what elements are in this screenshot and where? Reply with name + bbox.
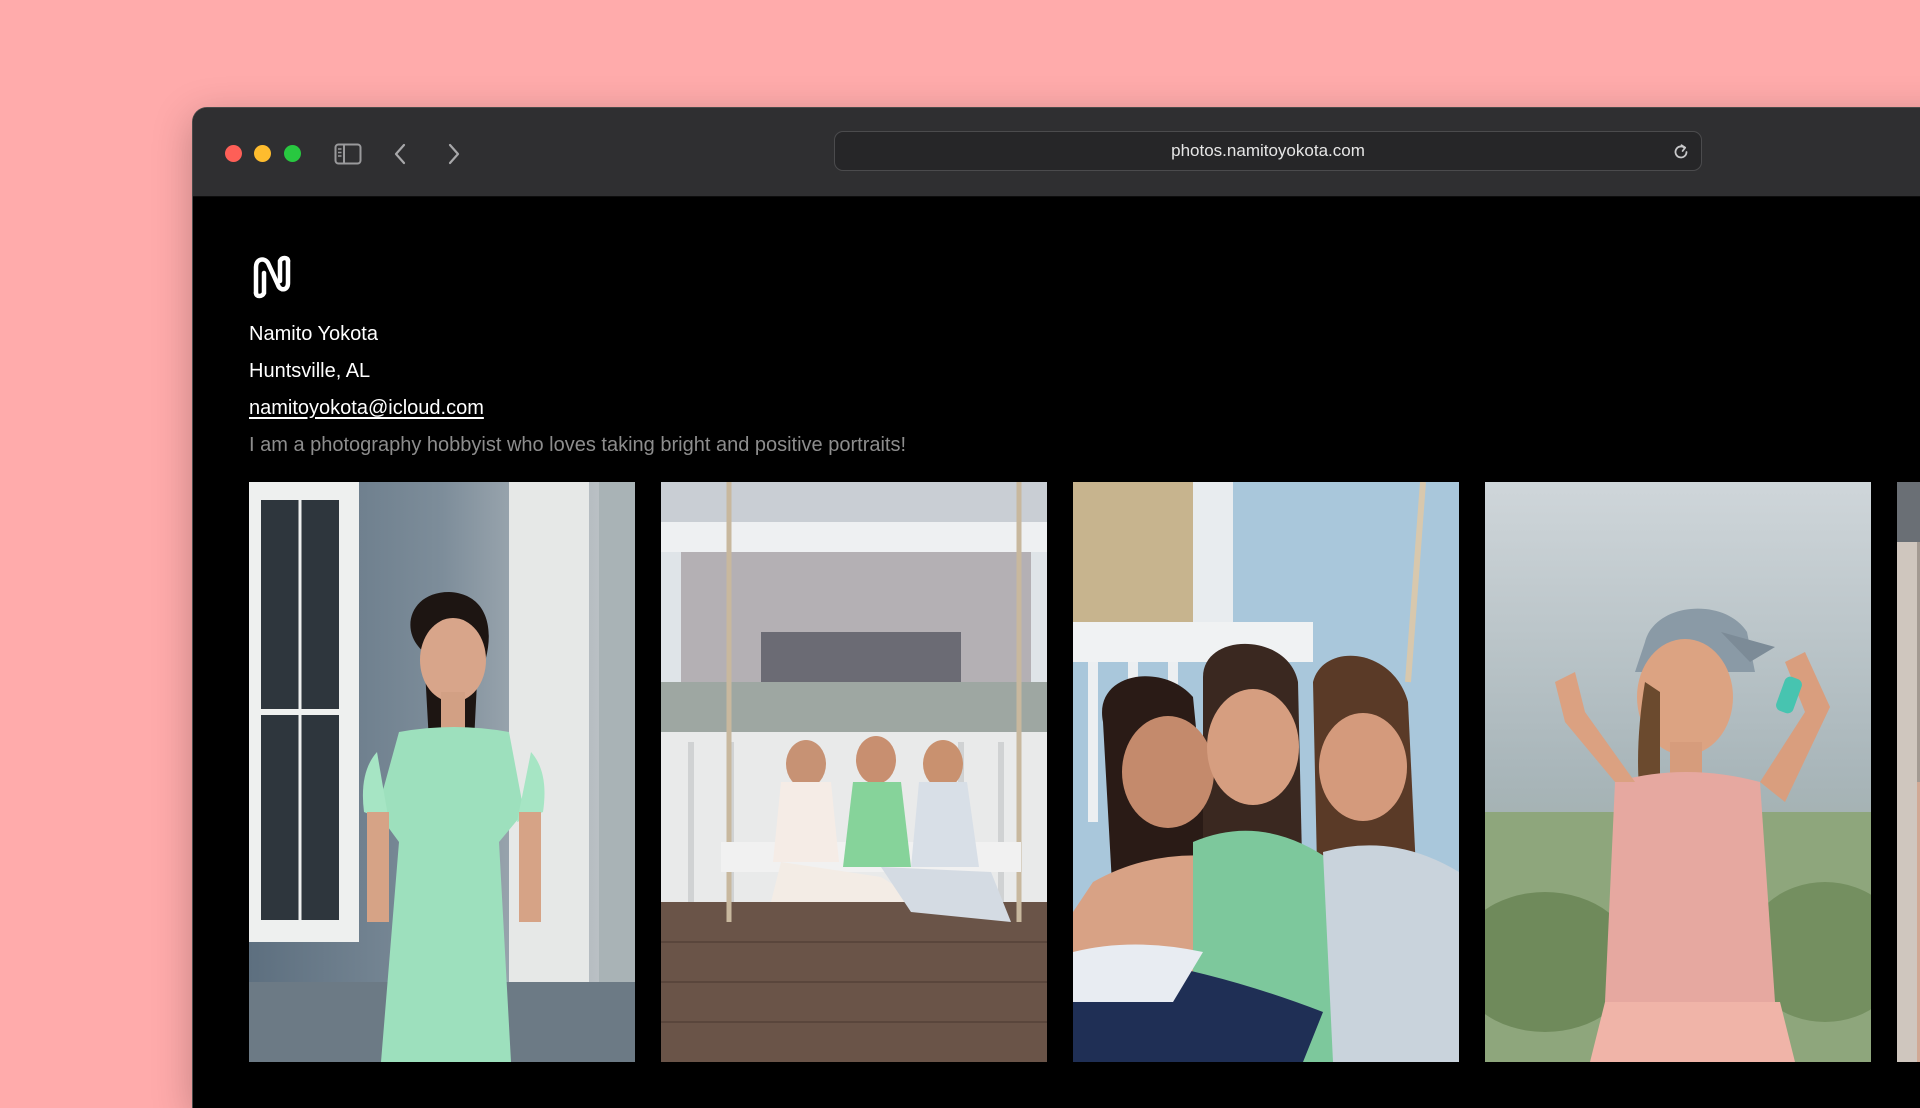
chevron-left-icon[interactable]	[384, 138, 416, 170]
photo-gallery	[249, 482, 1920, 1062]
sidebar-icon[interactable]	[332, 138, 364, 170]
minimize-window-button[interactable]	[254, 145, 271, 162]
gallery-photo[interactable]	[1073, 482, 1459, 1062]
gallery-photo[interactable]	[249, 482, 635, 1062]
maximize-window-button[interactable]	[284, 145, 301, 162]
profile-name: Namito Yokota	[249, 323, 378, 345]
gallery-photo[interactable]	[1485, 482, 1871, 1062]
profile-email-link[interactable]: namitoyokota@icloud.com	[249, 397, 484, 420]
profile-bio: I am a photography hobbyist who loves ta…	[249, 434, 907, 456]
browser-toolbar: photos.namitoyokota.com	[193, 108, 1920, 197]
url-text: photos.namitoyokota.com	[1171, 141, 1365, 160]
chevron-right-icon[interactable]	[438, 138, 470, 170]
profile-location: Huntsville, AL	[249, 360, 371, 382]
browser-window: photos.namitoyokota.com Namito Yokota Hu…	[193, 108, 1920, 1108]
reload-icon[interactable]	[1671, 142, 1691, 162]
page-content: Namito Yokota Huntsville, AL namitoyokot…	[193, 197, 1920, 1108]
address-bar[interactable]: photos.namitoyokota.com	[834, 131, 1702, 171]
gallery-photo[interactable]	[661, 482, 1047, 1062]
gallery-photo[interactable]	[1897, 482, 1920, 1062]
close-window-button[interactable]	[225, 145, 242, 162]
n-logo-icon[interactable]	[248, 253, 296, 301]
